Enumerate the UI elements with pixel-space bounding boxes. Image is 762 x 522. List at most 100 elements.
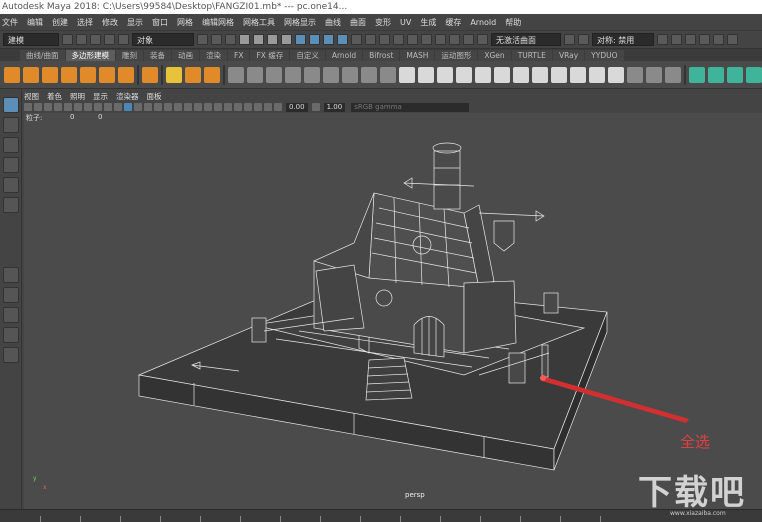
camera-pan-icon[interactable]	[564, 34, 575, 45]
extract-icon[interactable]	[342, 66, 358, 83]
menu-arnold[interactable]: Arnold	[470, 18, 496, 27]
planar-uv-icon[interactable]	[689, 66, 705, 83]
xray-joints-icon[interactable]	[254, 103, 262, 111]
poly-torus-icon[interactable]	[80, 66, 96, 83]
poly-sphere-icon[interactable]	[4, 66, 20, 83]
menu-edit[interactable]: 编辑	[27, 17, 43, 28]
menu-create[interactable]: 创建	[52, 17, 68, 28]
shelf-tab-arnold[interactable]: Arnold	[325, 50, 363, 61]
quad-draw-icon[interactable]	[589, 66, 605, 83]
menu-file[interactable]: 文件	[2, 17, 18, 28]
shelf-tab-yyduo[interactable]: YYDUO	[585, 50, 624, 61]
field-chart-icon[interactable]	[84, 103, 92, 111]
outliner-layout-icon[interactable]	[3, 327, 19, 343]
viewport-persp[interactable]	[24, 113, 762, 509]
shelf-tab-fx-cache[interactable]: FX 缓存	[250, 50, 290, 61]
poly-plane-icon[interactable]	[99, 66, 115, 83]
menu-window[interactable]: 窗口	[152, 17, 168, 28]
depth-of-field-icon[interactable]	[224, 103, 232, 111]
platonic-solid-icon[interactable]	[142, 66, 158, 83]
multi-cut-icon[interactable]	[551, 66, 567, 83]
extrude-icon[interactable]	[399, 66, 415, 83]
redo-icon[interactable]	[118, 34, 129, 45]
merge-icon[interactable]	[437, 66, 453, 83]
graph-layout-icon[interactable]	[3, 347, 19, 363]
shelf-tab-vray[interactable]: VRay	[552, 50, 585, 61]
gate-mask-icon[interactable]	[74, 103, 82, 111]
select-object-icon[interactable]	[211, 34, 222, 45]
cylindrical-uv-icon[interactable]	[708, 66, 724, 83]
gamma-field[interactable]: 1.00	[323, 102, 346, 112]
menu-generate[interactable]: 生成	[420, 17, 436, 28]
shelf-tab-rendering[interactable]: 渲染	[200, 50, 228, 61]
layout-5-icon[interactable]	[713, 34, 724, 45]
color-space-dropdown[interactable]: sRGB gamma	[351, 102, 470, 112]
select-hierarchy-icon[interactable]	[197, 34, 208, 45]
exposure-field[interactable]: 0.00	[286, 102, 308, 112]
live-surface-field[interactable]: 无激活曲面	[491, 33, 561, 46]
boolean-difference-icon[interactable]	[304, 66, 320, 83]
shelf-tab-turtle[interactable]: TURTLE	[511, 50, 552, 61]
render-view-icon[interactable]	[435, 34, 446, 45]
anti-aliasing-icon[interactable]	[214, 103, 222, 111]
shadows-icon[interactable]	[184, 103, 192, 111]
panel-menu-view[interactable]: 视图	[24, 91, 39, 102]
harden-edge-icon[interactable]	[646, 66, 662, 83]
panel-menu-renderer[interactable]: 渲染器	[116, 91, 139, 102]
single-perspective-layout-icon[interactable]	[3, 267, 19, 283]
boolean-union-icon[interactable]	[285, 66, 301, 83]
safe-action-icon[interactable]	[94, 103, 102, 111]
menu-curves[interactable]: 曲线	[325, 17, 341, 28]
uv-editor-icon[interactable]	[665, 66, 681, 83]
snap-curve-icon[interactable]	[309, 34, 320, 45]
hypershade-icon[interactable]	[421, 34, 432, 45]
shelf-tab-custom[interactable]: 自定义	[290, 50, 325, 61]
poly-cylinder-icon[interactable]	[42, 66, 58, 83]
save-scene-icon[interactable]	[90, 34, 101, 45]
soften-edge-icon[interactable]	[627, 66, 643, 83]
menu-help[interactable]: 帮助	[505, 17, 521, 28]
separate-icon[interactable]	[247, 66, 263, 83]
menu-uv[interactable]: UV	[400, 18, 411, 27]
spherical-uv-icon[interactable]	[727, 66, 743, 83]
shelf-tab-mash[interactable]: MASH	[400, 50, 435, 61]
shelf-tab-polygon-modeling[interactable]: 多边形建模	[65, 50, 116, 61]
menu-edit-mesh[interactable]: 编辑网格	[202, 17, 234, 28]
xray-icon[interactable]	[244, 103, 252, 111]
grid-icon[interactable]	[114, 103, 122, 111]
wedge-icon[interactable]	[513, 66, 529, 83]
paint-select-tool-icon[interactable]	[3, 137, 19, 153]
panel-menu-lighting[interactable]: 照明	[70, 91, 85, 102]
shelf-tab-rigging[interactable]: 装备	[144, 50, 172, 61]
shelf-tab-curves[interactable]: 曲线/曲面	[20, 50, 65, 61]
poly-cone-icon[interactable]	[61, 66, 77, 83]
scale-tool-icon[interactable]	[3, 197, 19, 213]
append-polygon-icon[interactable]	[475, 66, 491, 83]
combine-icon[interactable]	[228, 66, 244, 83]
layout-2-icon[interactable]	[671, 34, 682, 45]
shelf-tab-bifrost[interactable]: Bifrost	[363, 50, 400, 61]
select-component-icon[interactable]	[225, 34, 236, 45]
use-all-lights-icon[interactable]	[174, 103, 182, 111]
poly-cube-icon[interactable]	[23, 66, 39, 83]
lasso-tool-icon[interactable]	[3, 117, 19, 133]
shelf-tab-fx[interactable]: FX	[228, 50, 250, 61]
undo-icon[interactable]	[104, 34, 115, 45]
shelf-tab-animation[interactable]: 动画	[172, 50, 200, 61]
mask-uv-icon[interactable]	[281, 34, 292, 45]
mask-face-icon[interactable]	[267, 34, 278, 45]
wireframe-icon[interactable]	[124, 103, 132, 111]
camera-icon[interactable]	[578, 34, 589, 45]
history-icon[interactable]	[365, 34, 376, 45]
select-tool-icon[interactable]	[3, 97, 19, 113]
fill-hole-icon[interactable]	[380, 66, 396, 83]
target-weld-icon[interactable]	[570, 66, 586, 83]
layout-3-icon[interactable]	[685, 34, 696, 45]
snap-grid-icon[interactable]	[295, 34, 306, 45]
menu-deform[interactable]: 变形	[375, 17, 391, 28]
textured-icon[interactable]	[164, 103, 172, 111]
four-view-layout-icon[interactable]	[3, 287, 19, 303]
snap-point-icon[interactable]	[323, 34, 334, 45]
bevel-icon[interactable]	[418, 66, 434, 83]
bridge-icon[interactable]	[361, 66, 377, 83]
